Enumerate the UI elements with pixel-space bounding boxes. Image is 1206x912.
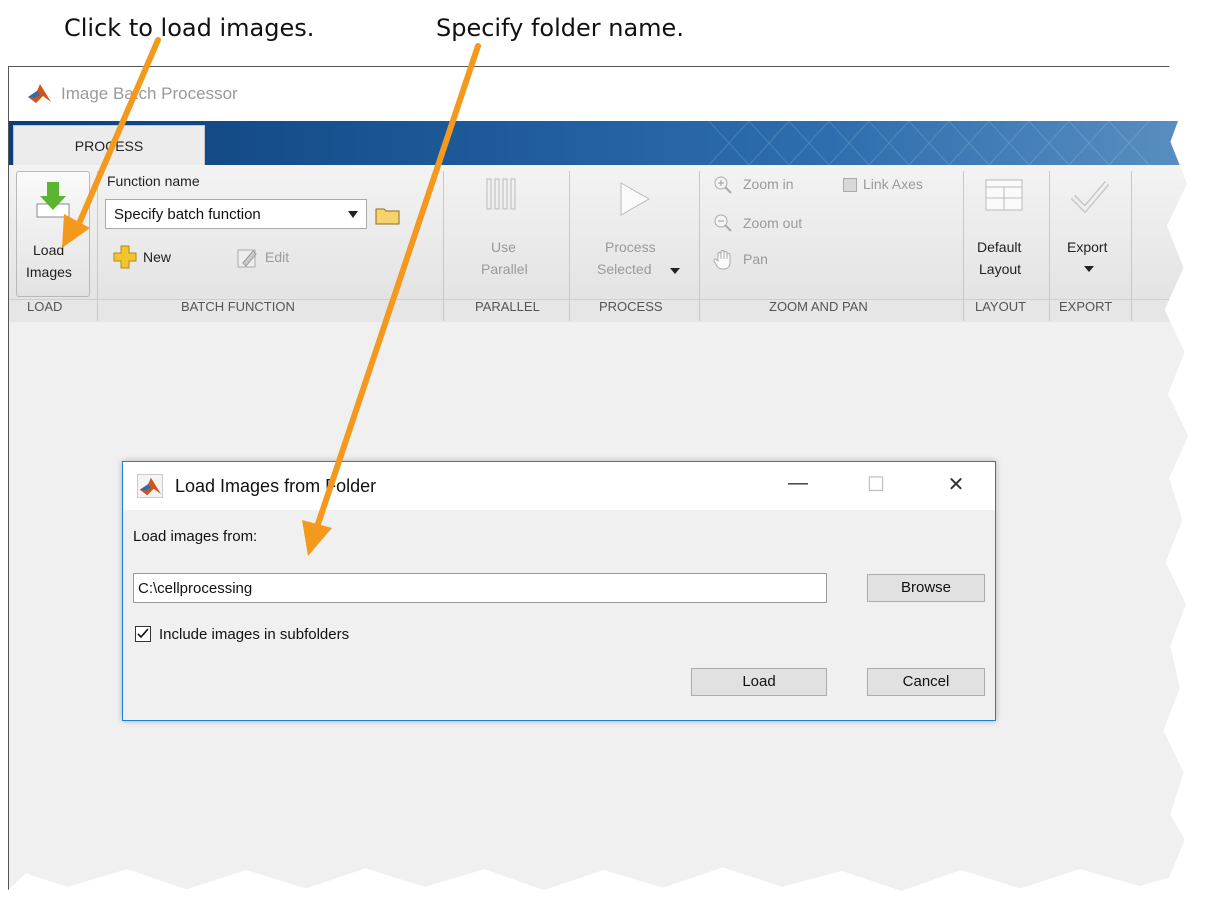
separator — [1131, 171, 1132, 321]
title-bar: Image Batch Processor — [9, 67, 1189, 121]
separator — [1049, 171, 1050, 321]
process-label-line1: Process — [605, 239, 656, 255]
parallel-label-line1: Use — [491, 239, 516, 255]
section-zoom-and-pan: ZOOM AND PAN — [769, 299, 868, 314]
include-subfolders-label: Include images in subfolders — [159, 626, 350, 643]
zoom-out-button[interactable]: Zoom out — [713, 213, 831, 237]
dialog-title: Load Images from Folder — [175, 476, 377, 496]
checkmark-icon — [1071, 181, 1109, 213]
app-window: Image Batch Processor PROCESS Load Image… — [8, 66, 1189, 892]
layout-icon — [985, 179, 1023, 211]
chevron-down-icon — [1084, 266, 1094, 272]
maximize-button[interactable]: ☐ — [861, 472, 891, 497]
tab-process[interactable]: PROCESS — [13, 125, 205, 166]
matlab-logo-icon — [28, 84, 51, 103]
link-axes-checkbox-box — [843, 178, 857, 192]
folder-path-input[interactable]: C:\cellprocessing — [133, 573, 827, 603]
zoom-in-icon — [714, 176, 732, 194]
edit-function-button[interactable]: Edit — [237, 243, 307, 273]
load-images-dialog: Load Images from Folder — ☐ ✕ Load image… — [122, 461, 996, 721]
load-label-line2: Images — [26, 264, 72, 280]
new-function-button[interactable]: New — [113, 243, 193, 273]
edit-icon — [237, 249, 257, 268]
section-batch-function: BATCH FUNCTION — [181, 299, 295, 314]
separator — [699, 171, 700, 321]
close-button[interactable]: ✕ — [941, 472, 971, 497]
chevron-down-icon — [348, 211, 358, 218]
function-name-label: Function name — [107, 173, 200, 189]
process-label-line2: Selected — [597, 261, 652, 277]
link-axes-checkbox[interactable]: Link Axes — [839, 175, 959, 197]
default-layout-button[interactable]: Default Layout — [967, 169, 1043, 295]
load-images-icon — [36, 182, 70, 218]
section-export: EXPORT — [1059, 299, 1113, 314]
cancel-button[interactable]: Cancel — [867, 668, 985, 696]
process-selected-button[interactable]: Process Selected — [575, 169, 693, 295]
parallel-label-line2: Parallel — [481, 261, 528, 277]
edit-label: Edit — [265, 249, 290, 265]
pan-button[interactable]: Pan — [713, 249, 793, 273]
load-from-label: Load images from: — [133, 528, 258, 545]
separator — [97, 171, 98, 321]
play-icon — [620, 182, 651, 216]
pan-label: Pan — [743, 251, 768, 267]
new-label: New — [143, 249, 172, 265]
export-label: Export — [1067, 239, 1108, 255]
batch-function-combo[interactable]: Specify batch function — [105, 199, 367, 229]
annotation-folder-hint: Specify folder name. — [436, 14, 684, 42]
section-layout: LAYOUT — [975, 299, 1027, 314]
plus-icon — [113, 245, 137, 269]
annotation-load-hint: Click to load images. — [64, 14, 315, 42]
separator — [443, 171, 444, 321]
zoom-in-label: Zoom in — [743, 176, 794, 192]
batch-function-value: Specify batch function — [114, 206, 261, 223]
browse-button[interactable]: Browse — [867, 574, 985, 602]
include-subfolders-checkbox[interactable] — [135, 626, 151, 642]
export-button[interactable]: Export — [1053, 169, 1127, 295]
zoom-out-icon — [714, 214, 732, 232]
separator — [963, 171, 964, 321]
load-images-button[interactable]: Load Images — [16, 171, 90, 297]
zoom-out-label: Zoom out — [743, 215, 803, 231]
separator — [569, 171, 570, 321]
use-parallel-button[interactable]: Use Parallel — [449, 169, 561, 295]
matlab-logo-icon — [137, 474, 163, 498]
section-process: PROCESS — [599, 299, 663, 314]
layout-label-line1: Default — [977, 239, 1022, 255]
folder-path-value: C:\cellprocessing — [138, 580, 253, 597]
minimize-button[interactable]: — — [783, 472, 813, 495]
pan-hand-icon — [713, 250, 731, 270]
folder-icon[interactable] — [375, 205, 401, 225]
layout-label-line2: Layout — [979, 261, 1022, 277]
checkmark-icon — [137, 628, 149, 639]
section-load: LOAD — [27, 299, 63, 314]
zoom-in-button[interactable]: Zoom in — [713, 175, 821, 199]
link-axes-label: Link Axes — [863, 176, 923, 192]
section-parallel: PARALLEL — [475, 299, 540, 314]
load-label-line1: Load — [33, 242, 65, 258]
window-title: Image Batch Processor — [61, 84, 238, 103]
load-button[interactable]: Load — [691, 668, 827, 696]
dialog-title-bar: Load Images from Folder — ☐ ✕ — [123, 462, 995, 510]
chevron-down-icon — [670, 268, 680, 274]
toolstrip: Load Images LOAD Function name Specify b… — [9, 165, 1189, 322]
parallel-icon — [486, 178, 516, 210]
